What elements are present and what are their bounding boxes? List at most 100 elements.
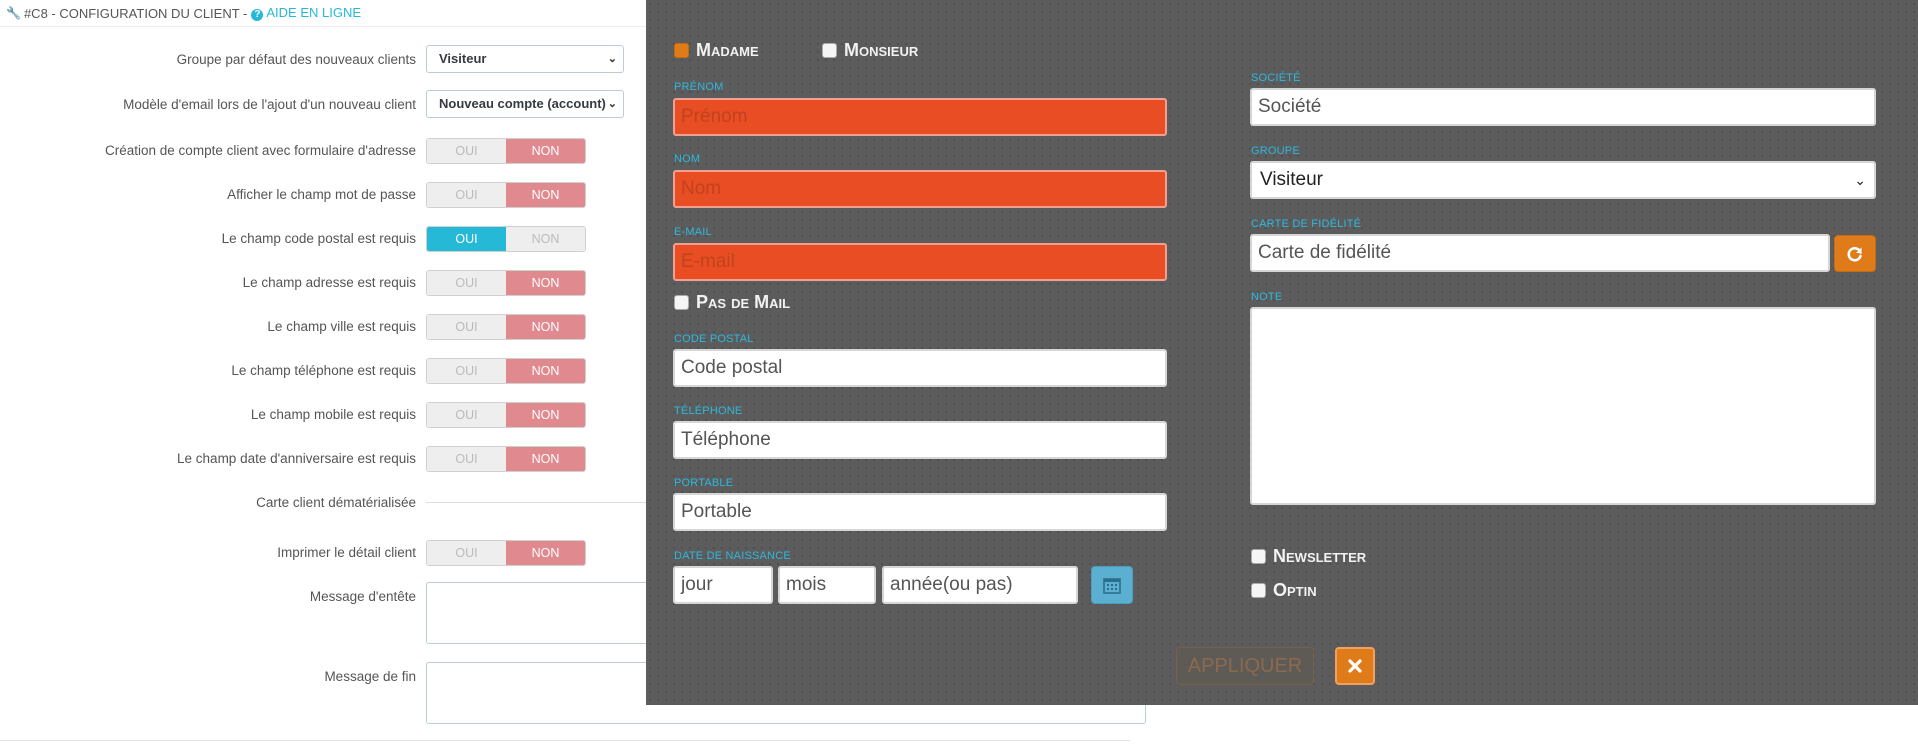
row-default-group: Groupe par défaut des nouveaux clients V… xyxy=(0,45,680,75)
default-group-select[interactable]: Visiteur ⌄ xyxy=(426,45,624,73)
postal-required-switch[interactable]: OUI NON xyxy=(426,226,586,252)
prenom-input[interactable]: Prénom xyxy=(673,98,1167,136)
label-address-required: Le champ adresse est requis xyxy=(242,275,416,290)
label-email-model: Modèle d'email lors de l'ajout d'un nouv… xyxy=(123,97,416,112)
apply-label: APPLIQUER xyxy=(1187,654,1303,677)
switch-non[interactable]: NON xyxy=(506,139,585,163)
optin-checkbox[interactable] xyxy=(1251,583,1266,598)
mobile-required-switch[interactable]: OUI NON xyxy=(426,402,586,428)
switch-oui[interactable]: OUI xyxy=(427,271,506,295)
email-input[interactable]: E-mail xyxy=(673,243,1167,281)
switch-oui[interactable]: OUI xyxy=(427,183,506,207)
code-postal-input[interactable]: Code postal xyxy=(673,349,1167,387)
label-phone-required: Le champ téléphone est requis xyxy=(231,363,416,378)
telephone-label: TÉLÉPHONE xyxy=(674,405,743,417)
switch-non[interactable]: NON xyxy=(506,227,585,251)
row-digital-card: Carte client dématérialisée xyxy=(0,488,680,518)
refresh-card-button[interactable] xyxy=(1834,235,1876,272)
switch-non[interactable]: NON xyxy=(506,403,585,427)
no-mail-checkbox[interactable] xyxy=(674,295,689,310)
password-switch[interactable]: OUI NON xyxy=(426,182,586,208)
optin-label: Optin xyxy=(1273,580,1317,600)
row-header-message: Message d'entête xyxy=(0,582,1146,648)
label-birthday-required: Le champ date d'anniversaire est requis xyxy=(177,451,416,466)
switch-oui[interactable]: OUI xyxy=(427,227,506,251)
calendar-button[interactable] xyxy=(1091,566,1133,604)
gender-madame[interactable]: Madame xyxy=(674,40,759,61)
monsieur-checkbox[interactable] xyxy=(822,43,837,58)
carte-input[interactable]: Carte de fidélité xyxy=(1250,234,1830,272)
email-model-select[interactable]: Nouveau compte (account) ⌄ xyxy=(426,90,624,118)
madame-checkbox[interactable] xyxy=(674,43,689,58)
switch-oui[interactable]: OUI xyxy=(427,359,506,383)
no-mail-option[interactable]: Pas de Mail xyxy=(674,292,790,313)
optin-option[interactable]: Optin xyxy=(1251,580,1317,601)
divider xyxy=(426,502,646,503)
birth-year-input[interactable]: année(ou pas) xyxy=(882,566,1078,604)
label-city-required: Le champ ville est requis xyxy=(267,319,416,334)
chevron-down-icon: ⌄ xyxy=(1854,172,1866,188)
nom-input[interactable]: Nom xyxy=(673,170,1167,208)
address-form-switch[interactable]: OUI NON xyxy=(426,138,586,164)
city-required-switch[interactable]: OUI NON xyxy=(426,314,586,340)
chevron-down-icon: ⌄ xyxy=(605,46,617,72)
newsletter-checkbox[interactable] xyxy=(1251,549,1266,564)
birth-month-input[interactable]: mois xyxy=(778,566,876,604)
monsieur-label: Monsieur xyxy=(844,40,919,60)
portable-input[interactable]: Portable xyxy=(673,493,1167,531)
prenom-label: PRÉNOM xyxy=(674,81,724,93)
birthday-required-switch[interactable]: OUI NON xyxy=(426,446,586,472)
switch-non[interactable]: NON xyxy=(506,315,585,339)
email-label: E-MAIL xyxy=(674,226,712,238)
groupe-select[interactable]: Visiteur ⌄ xyxy=(1250,161,1876,199)
section-header: 🔧 #C8 - CONFIGURATION DU CLIENT - ? AIDE … xyxy=(0,0,686,27)
switch-oui[interactable]: OUI xyxy=(427,139,506,163)
print-detail-switch[interactable]: OUI NON xyxy=(426,540,586,566)
label-header-message: Message d'entête xyxy=(309,589,416,604)
label-footer-message: Message de fin xyxy=(324,669,416,684)
switch-oui[interactable]: OUI xyxy=(427,447,506,471)
row-password: Afficher le champ mot de passe OUI NON xyxy=(0,180,680,210)
switch-non[interactable]: NON xyxy=(506,447,585,471)
row-address-form: Création de compte client avec formulair… xyxy=(0,136,680,166)
telephone-input[interactable]: Téléphone xyxy=(673,421,1167,459)
row-phone-required: Le champ téléphone est requis OUI NON xyxy=(0,356,680,386)
carte-label: CARTE DE FIDÉLITÉ xyxy=(1251,218,1362,230)
label-digital-card: Carte client dématérialisée xyxy=(256,495,416,510)
note-textarea[interactable] xyxy=(1250,307,1876,505)
no-mail-label: Pas de Mail xyxy=(696,292,791,312)
birthdate-label: DATE DE NAISSANCE xyxy=(674,550,791,562)
madame-label: Madame xyxy=(696,40,759,60)
societe-label: SOCIÉTÉ xyxy=(1251,72,1301,84)
switch-non[interactable]: NON xyxy=(506,183,585,207)
question-icon: ? xyxy=(251,9,264,21)
newsletter-label: Newsletter xyxy=(1273,546,1367,566)
switch-non[interactable]: NON xyxy=(506,541,585,565)
switch-non[interactable]: NON xyxy=(506,271,585,295)
code-postal-label: CODE POSTAL xyxy=(674,333,754,345)
switch-oui[interactable]: OUI xyxy=(427,541,506,565)
close-icon xyxy=(1348,659,1362,673)
label-mobile-required: Le champ mobile est requis xyxy=(250,407,416,422)
apply-button[interactable]: APPLIQUER xyxy=(1176,647,1314,685)
switch-oui[interactable]: OUI xyxy=(427,315,506,339)
divider xyxy=(0,740,1130,741)
switch-non[interactable]: NON xyxy=(506,359,585,383)
label-address-form: Création de compte client avec formulair… xyxy=(105,143,416,158)
row-city-required: Le champ ville est requis OUI NON xyxy=(0,312,680,342)
label-print-detail: Imprimer le détail client xyxy=(277,545,416,560)
help-link[interactable]: ? AIDE EN LIGNE xyxy=(251,5,361,21)
row-email-model: Modèle d'email lors de l'ajout d'un nouv… xyxy=(0,90,680,120)
address-required-switch[interactable]: OUI NON xyxy=(426,270,586,296)
newsletter-option[interactable]: Newsletter xyxy=(1251,546,1366,567)
gender-monsieur[interactable]: Monsieur xyxy=(822,40,918,61)
row-address-required: Le champ adresse est requis OUI NON xyxy=(0,268,680,298)
close-button[interactable] xyxy=(1335,647,1375,685)
societe-input[interactable]: Société xyxy=(1250,88,1876,126)
switch-oui[interactable]: OUI xyxy=(427,403,506,427)
label-default-group: Groupe par défaut des nouveaux clients xyxy=(176,52,416,67)
row-birthday-required: Le champ date d'anniversaire est requis … xyxy=(0,444,680,474)
row-footer-message: Message de fin xyxy=(0,662,1146,728)
birth-day-input[interactable]: jour xyxy=(673,566,773,604)
phone-required-switch[interactable]: OUI NON xyxy=(426,358,586,384)
